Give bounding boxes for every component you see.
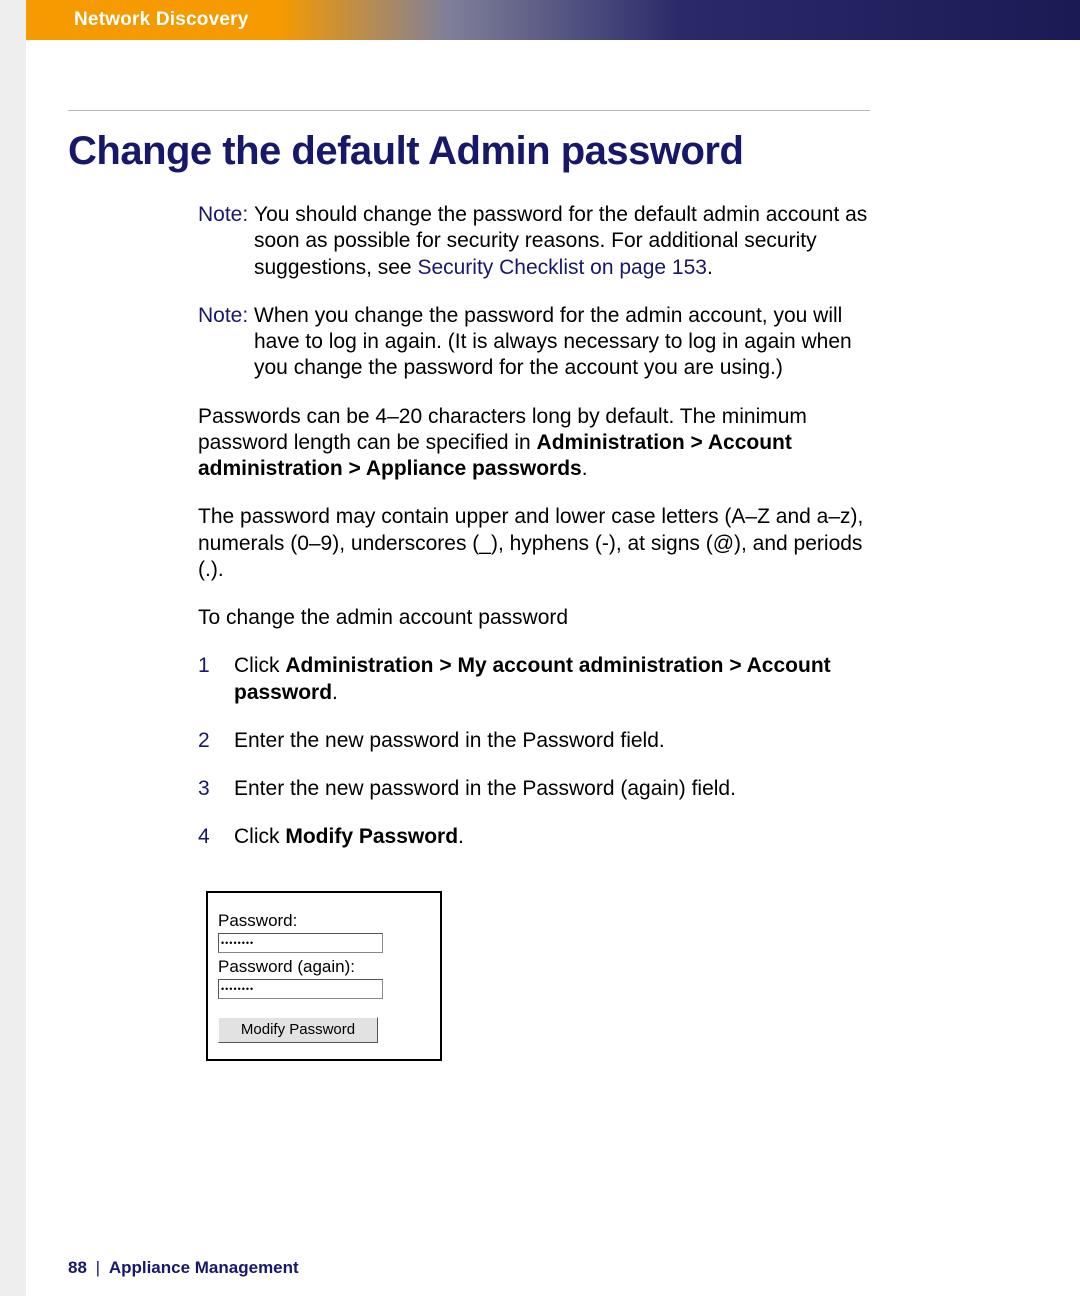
- note-label: Note:: [198, 202, 254, 281]
- step-text: Click Modify Password.: [234, 824, 870, 850]
- note-label: Note:: [198, 303, 254, 382]
- step-number: 2: [198, 728, 234, 754]
- note-text-pre: When you change the password for the adm…: [254, 304, 852, 380]
- step-1: 1 Click Administration > My account admi…: [198, 653, 870, 706]
- password-form-screenshot: Password: Password (again): Modify Passw…: [206, 891, 442, 1061]
- body-text: Note: You should change the password for…: [198, 202, 870, 851]
- password-length-paragraph: Passwords can be 4–20 characters long by…: [198, 404, 870, 483]
- step-2: 2 Enter the new password in the Password…: [198, 728, 870, 754]
- note-2: Note: When you change the password for t…: [198, 303, 870, 382]
- note-text: When you change the password for the adm…: [254, 303, 870, 382]
- step-4: 4 Click Modify Password.: [198, 824, 870, 850]
- note-text: You should change the password for the d…: [254, 202, 870, 281]
- step-text: Enter the new password in the Password (…: [234, 776, 870, 802]
- header-title: Network Discovery: [74, 9, 248, 31]
- horizontal-rule: [68, 110, 870, 111]
- step-text: Click Administration > My account admini…: [234, 653, 870, 706]
- header-banner: Network Discovery: [26, 0, 1080, 40]
- security-checklist-link[interactable]: Security Checklist on page 153: [417, 256, 707, 279]
- page-footer: 88 | Appliance Management: [68, 1258, 299, 1278]
- step-3: 3 Enter the new password in the Password…: [198, 776, 870, 802]
- page-content: Change the default Admin password Note: …: [68, 110, 870, 1061]
- password-again-input[interactable]: [218, 979, 383, 999]
- note-1: Note: You should change the password for…: [198, 202, 870, 281]
- left-margin-strip: [0, 0, 26, 1296]
- step-post: .: [332, 681, 338, 704]
- step-text: Enter the new password in the Password f…: [234, 728, 870, 754]
- step-list: 1 Click Administration > My account admi…: [198, 653, 870, 850]
- step-number: 3: [198, 776, 234, 802]
- footer-separator: |: [96, 1258, 100, 1277]
- step-pre: Click: [234, 654, 285, 677]
- password-chars-paragraph: The password may contain upper and lower…: [198, 504, 870, 583]
- password-input[interactable]: [218, 933, 383, 953]
- page-title: Change the default Admin password: [68, 129, 870, 174]
- step-number: 1: [198, 653, 234, 706]
- note-text-post: .: [707, 256, 713, 279]
- step-number: 4: [198, 824, 234, 850]
- step-pre: Click: [234, 825, 285, 848]
- modify-password-button[interactable]: Modify Password: [218, 1017, 378, 1043]
- step-bold: Modify Password: [285, 825, 458, 848]
- procedure-lead: To change the admin account password: [198, 605, 870, 631]
- step-bold: Administration > My account administrati…: [234, 654, 831, 703]
- step-post: .: [458, 825, 464, 848]
- para-text-post: .: [582, 457, 588, 480]
- page-number: 88: [68, 1258, 87, 1277]
- footer-section: Appliance Management: [109, 1258, 299, 1277]
- password-label: Password:: [218, 911, 430, 931]
- password-again-label: Password (again):: [218, 957, 430, 977]
